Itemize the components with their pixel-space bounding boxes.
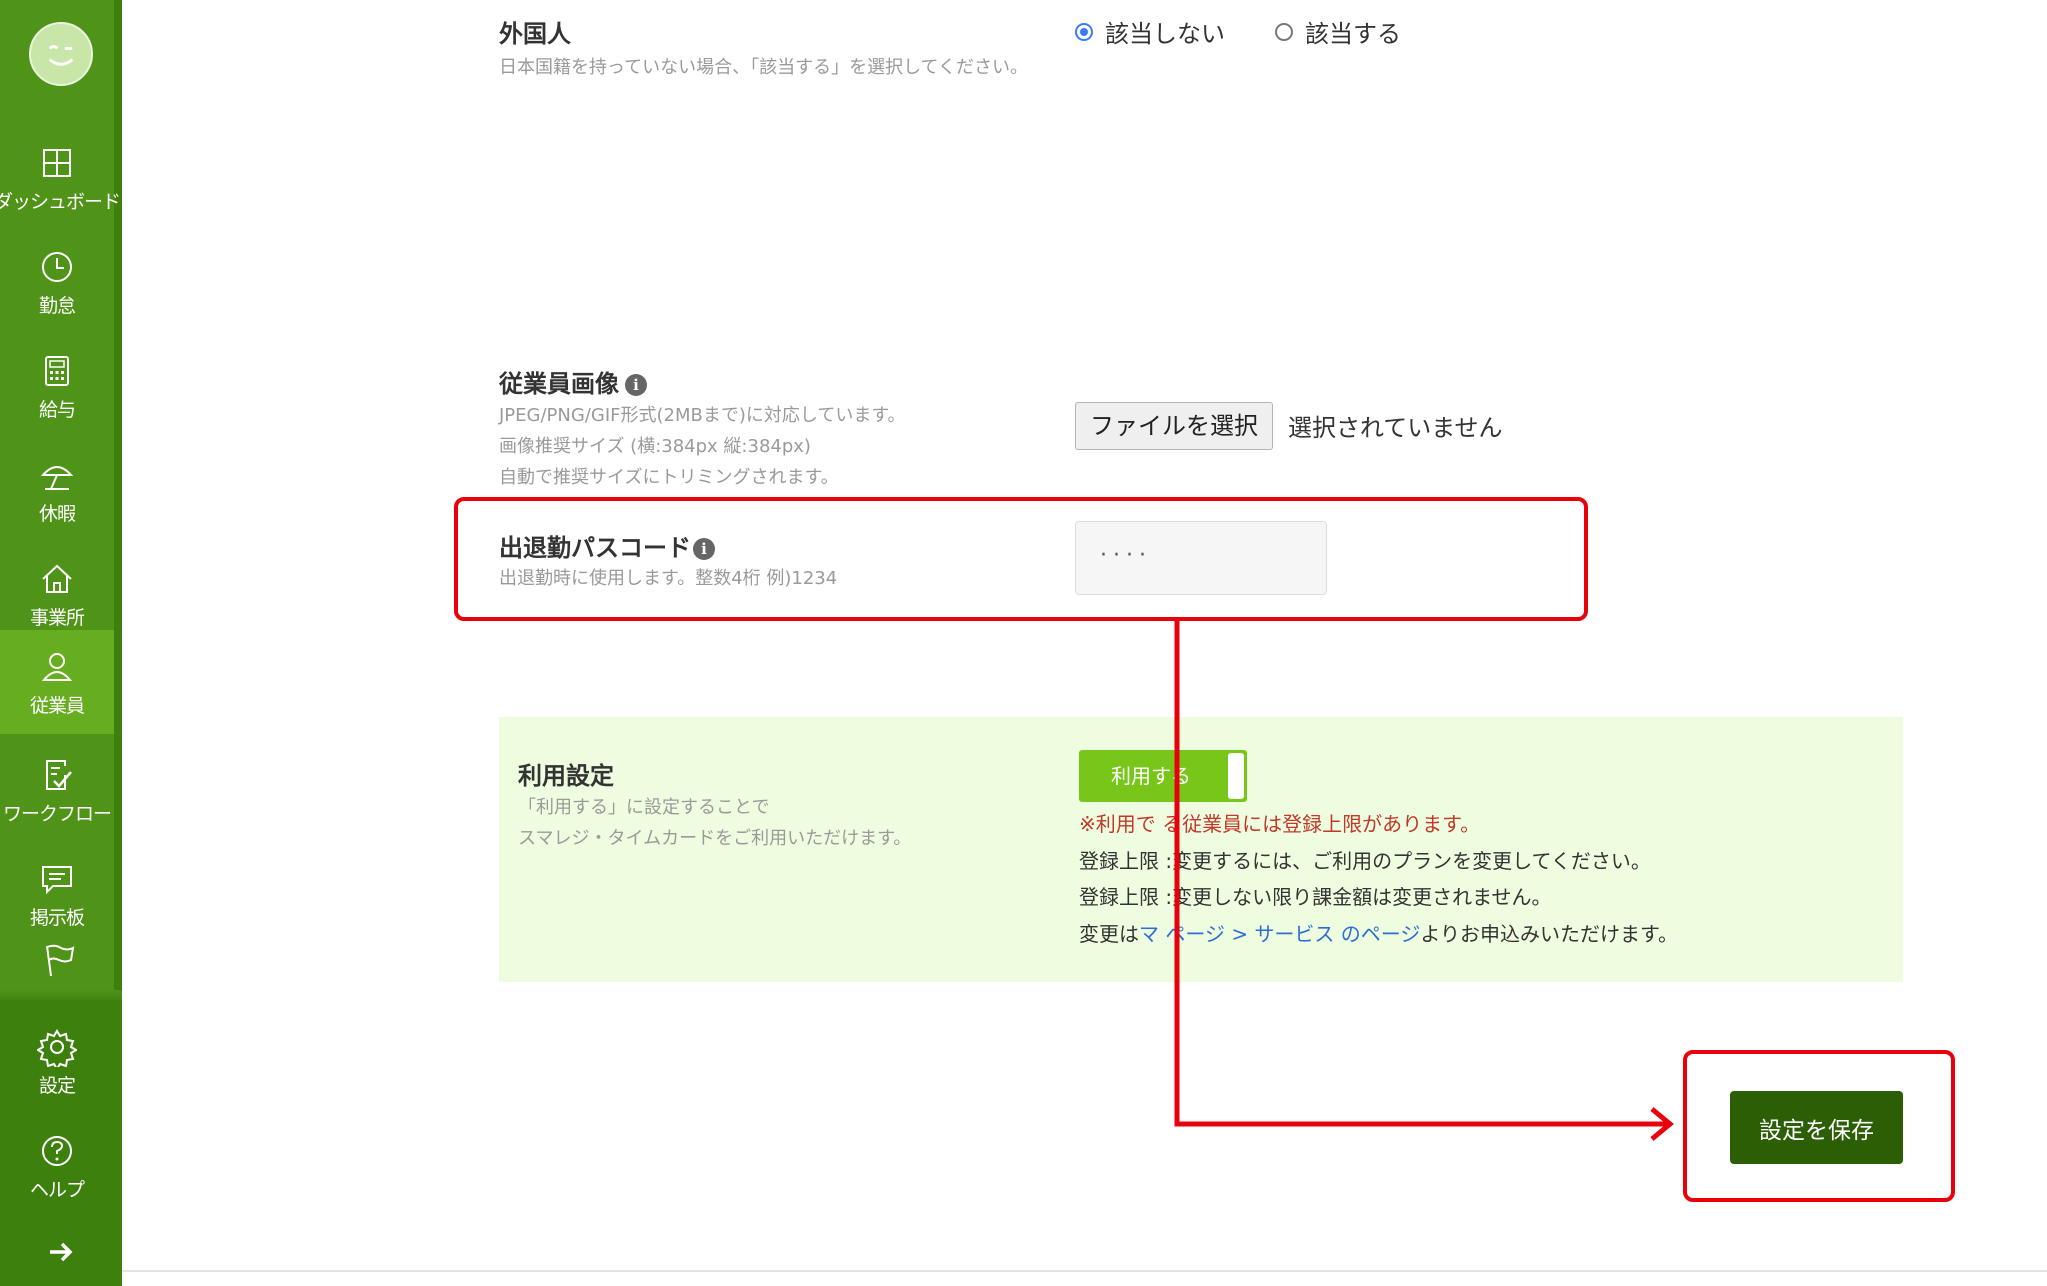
smile-icon	[48, 45, 74, 66]
help-line: スマレジ・タイムカードをご利用いただけます。	[518, 828, 912, 849]
usage-help: 「利用する」に設定することで スマレジ・タイムカードをご利用いただけます。	[518, 792, 911, 854]
help-line: 画像推奨サイズ (横:384px 縦:384px)	[499, 436, 811, 457]
help-icon	[37, 1131, 77, 1171]
parasol-icon	[37, 455, 77, 495]
gear-icon	[36, 1027, 78, 1071]
annotation-box-passcode	[454, 497, 1588, 621]
sidebar-item-workflow[interactable]: ワークフロー	[0, 738, 114, 842]
mypage-service-link[interactable]: マ ページ > サービス のページ	[1139, 922, 1420, 946]
sidebar-item-label: 休暇	[38, 502, 76, 525]
home-icon	[37, 559, 77, 599]
sidebar-item-settings[interactable]: 設定	[0, 1010, 114, 1114]
toggle-knob[interactable]	[1228, 753, 1244, 799]
dashboard-icon	[37, 143, 77, 183]
avatar[interactable]	[29, 22, 93, 86]
sidebar-scrollbar[interactable]	[114, 0, 122, 1000]
radio-not-applicable[interactable]: 該当しない	[1075, 14, 1225, 49]
toggle-label: 利用する	[1111, 764, 1191, 788]
clock-icon	[37, 247, 77, 287]
sidebar-item-bulletin[interactable]: 掲示板	[0, 842, 114, 946]
sidebar-item-payroll[interactable]: 給与	[0, 334, 114, 438]
sidebar-item-label: 勤怠	[38, 294, 76, 317]
sidebar: ダッシュボード 勤怠 給与 休暇 事業所 従業員 ワークフロー 掲示板 設定 ヘ…	[0, 0, 122, 1286]
sidebar-item-dashboard[interactable]: ダッシュボード	[0, 126, 121, 230]
sidebar-item-label: 従業員	[29, 694, 85, 717]
footer-divider	[122, 1270, 2047, 1272]
usage-toggle[interactable]: 利用する	[1079, 750, 1247, 802]
arrow-right-icon[interactable]	[44, 1235, 78, 1269]
radio-dot-checked[interactable]	[1075, 22, 1093, 41]
help-line: JPEG/PNG/GIF形式(2MBまで)に対応しています。	[499, 405, 906, 426]
usage-warning: ※利用で る従業員には登録上限があります。	[1079, 812, 1481, 836]
usage-notes: ※利用で る従業員には登録上限があります。 登録上限 :変更するには、ご利用のプ…	[1079, 806, 1678, 952]
sidebar-item-label: 事業所	[29, 606, 85, 629]
employee-image-title: 従業員画像 i	[499, 364, 647, 399]
note-suffix: よりお申込みいただけます。	[1420, 921, 1678, 946]
flag-icon	[37, 940, 77, 980]
sidebar-item-attendance[interactable]: 勤怠	[0, 230, 114, 334]
sidebar-item-flag[interactable]	[0, 940, 114, 996]
calculator-icon	[37, 351, 77, 391]
chat-icon	[37, 859, 77, 899]
sidebar-item-label: ヘルプ	[29, 1178, 85, 1201]
annotation-box-save	[1683, 1050, 1955, 1202]
sidebar-item-leave[interactable]: 休暇	[0, 438, 114, 542]
usage-note-link-line: 変更はマ ページ > サービス のページよりお申込みいただけます。	[1079, 916, 1678, 953]
help-line: 自動で推奨サイズにトリミングされます。	[499, 467, 839, 488]
usage-title: 利用設定	[518, 762, 614, 790]
employee-image-help: JPEG/PNG/GIF形式(2MBまで)に対応しています。 画像推奨サイズ (…	[499, 400, 906, 493]
info-icon[interactable]: i	[625, 374, 647, 396]
radio-label: 該当する	[1305, 20, 1401, 48]
sidebar-item-help[interactable]: ヘルプ	[0, 1114, 114, 1218]
file-status: 選択されていません	[1288, 414, 1503, 442]
foreigner-radio-group: 該当しない 該当する	[1075, 14, 1401, 49]
sidebar-item-label: ワークフロー	[2, 802, 112, 825]
sidebar-item-label: 設定	[38, 1074, 76, 1097]
employee-image-title-text: 従業員画像	[499, 370, 619, 398]
sidebar-item-label: ダッシュボード	[0, 190, 121, 213]
sidebar-item-label: 給与	[38, 398, 76, 421]
note-prefix: 変更は	[1079, 921, 1139, 946]
foreigner-title: 外国人	[499, 20, 571, 48]
choose-file-button[interactable]: ファイルを選択	[1075, 402, 1273, 450]
foreigner-help: 日本国籍を持っていない場合、「該当する」を選択してください。	[499, 57, 1029, 78]
sidebar-item-label: 掲示板	[29, 906, 85, 929]
checklist-icon	[37, 755, 77, 795]
help-line: 「利用する」に設定することで	[518, 797, 770, 818]
radio-applicable[interactable]: 該当する	[1275, 14, 1401, 49]
usage-note: 登録上限 :変更するには、ご利用のプランを変更してください。	[1079, 848, 1651, 873]
sidebar-item-employees[interactable]: 従業員	[0, 630, 114, 734]
radio-dot[interactable]	[1275, 22, 1293, 41]
radio-label: 該当しない	[1105, 20, 1225, 48]
usage-note: 登録上限 :変更しない限り課金額は変更されません。	[1079, 885, 1552, 909]
person-icon	[37, 647, 77, 687]
